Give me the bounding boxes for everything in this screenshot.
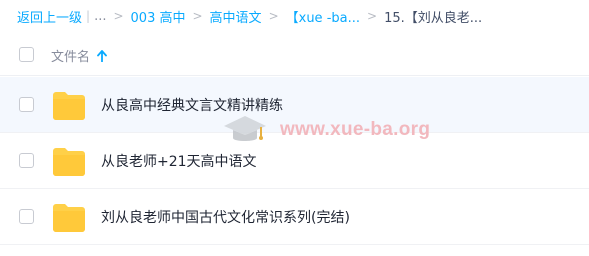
file-row[interactable]: 从良高中经典文言文精讲精练 xyxy=(0,77,589,133)
file-list-header: 文件名 xyxy=(0,36,589,76)
breadcrumb-divider: | xyxy=(86,9,91,23)
chevron-right-icon: > xyxy=(113,9,124,23)
breadcrumb: 返回上一级 | ... > 003 高中 > 高中语文 > 【xue -ba..… xyxy=(17,5,482,27)
breadcrumb-item-chinese[interactable]: 高中语文 xyxy=(210,7,262,26)
folder-icon xyxy=(53,148,85,176)
file-name[interactable]: 从良高中经典文言文精讲精练 xyxy=(101,95,283,115)
folder-icon xyxy=(53,92,85,120)
breadcrumb-item-xueba[interactable]: 【xue -ba... xyxy=(286,7,360,26)
filename-column-label: 文件名 xyxy=(51,50,91,65)
row-checkbox[interactable] xyxy=(19,153,34,168)
chevron-right-icon: > xyxy=(268,9,279,23)
row-checkbox[interactable] xyxy=(19,209,34,224)
chevron-right-icon: > xyxy=(192,9,203,23)
breadcrumb-ellipsis[interactable]: ... xyxy=(94,9,106,24)
breadcrumb-current: 15.【刘从良老... xyxy=(384,10,483,26)
select-all-checkbox[interactable] xyxy=(19,47,34,62)
file-name[interactable]: 从良老师+21天高中语文 xyxy=(101,151,257,171)
file-name[interactable]: 刘从良老师中国古代文化常识系列(完结) xyxy=(101,207,350,227)
back-link[interactable]: 返回上一级 xyxy=(17,7,82,26)
folder-icon xyxy=(53,204,85,232)
chevron-right-icon: > xyxy=(367,9,378,23)
filename-column-header[interactable]: 文件名 xyxy=(51,46,107,65)
file-row[interactable]: 从良老师+21天高中语文 xyxy=(0,133,589,189)
arrow-up-icon[interactable] xyxy=(97,49,107,62)
row-checkbox[interactable] xyxy=(19,97,34,112)
breadcrumb-item-003[interactable]: 003 高中 xyxy=(131,7,186,26)
file-row[interactable]: 刘从良老师中国古代文化常识系列(完结) xyxy=(0,189,589,245)
